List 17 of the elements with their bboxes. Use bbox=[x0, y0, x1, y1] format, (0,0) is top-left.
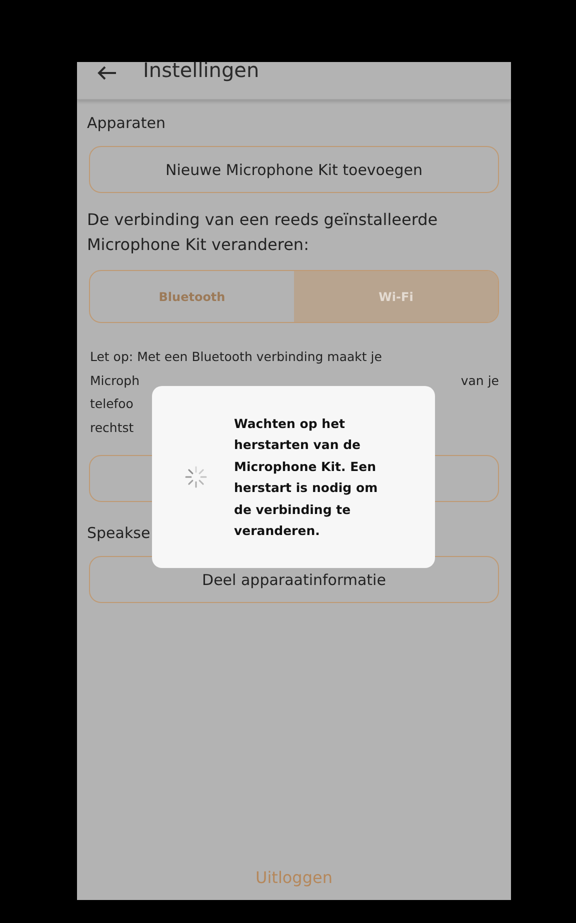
section-heading: Apparaten bbox=[87, 114, 166, 132]
page-title: Instellingen bbox=[143, 58, 260, 82]
note-text: rechtst bbox=[90, 418, 134, 436]
connection-option[interactable]: Wi-Fi bbox=[294, 271, 498, 322]
dialog-message: Wachten op het herstarten van de Microphone Kit. Een herstart is nodig om de verbinding te veranderen. bbox=[234, 414, 379, 540]
section-heading: Speakse bbox=[87, 524, 150, 542]
add-kit-button[interactable]: Nieuwe Microphone Kit toevoegen bbox=[89, 146, 499, 193]
note-text: Let op: Met een Bluetooth verbinding maakt je bbox=[90, 348, 382, 366]
connection-toggle[interactable]: Bluetooth Wi-Fi bbox=[89, 270, 499, 323]
note-text: Microph bbox=[90, 372, 140, 390]
back-arrow-icon[interactable] bbox=[97, 65, 117, 81]
connection-option[interactable]: Bluetooth bbox=[90, 271, 294, 322]
note-text: van je bbox=[460, 372, 499, 390]
note-text: telefoo bbox=[90, 395, 134, 413]
logout-link[interactable]: Uitloggen bbox=[250, 867, 338, 888]
connection-prompt: De verbinding van een reeds geïnstalleerde Microphone Kit veranderen: bbox=[87, 209, 439, 256]
spinner-icon bbox=[185, 466, 207, 488]
